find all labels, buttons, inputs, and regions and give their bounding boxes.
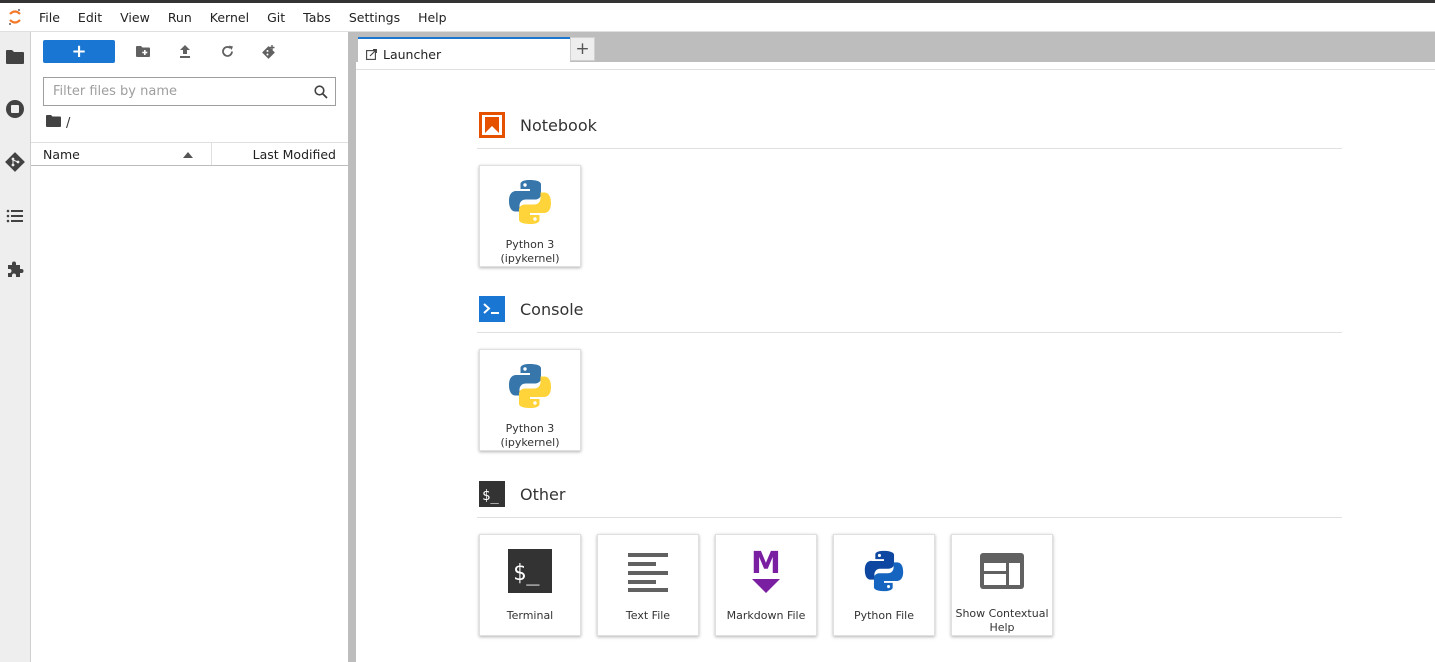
contextual-help-card[interactable]: Show Contextual Help <box>951 534 1053 636</box>
menu-settings[interactable]: Settings <box>340 3 409 32</box>
menu-edit[interactable]: Edit <box>69 3 111 32</box>
breadcrumb: / <box>46 115 70 131</box>
file-list-header: Name Last Modified <box>31 142 348 166</box>
svg-text:M: M <box>751 547 781 581</box>
notebook-section-divider <box>477 148 1342 149</box>
console-section-divider <box>477 332 1342 333</box>
other-section-header: $_ Other <box>479 481 565 507</box>
contextual-help-label-line1: Show Contextual <box>955 607 1049 620</box>
contextual-help-label: Show Contextual Help <box>952 607 1051 635</box>
tab-launcher-label: Launcher <box>383 46 442 62</box>
python-file-icon <box>858 545 910 597</box>
extension-puzzle-icon[interactable] <box>4 258 26 280</box>
notebook-icon <box>479 112 505 138</box>
menu-run[interactable]: Run <box>159 3 201 32</box>
markdown-file-label: Markdown File <box>726 609 806 622</box>
menu-view[interactable]: View <box>111 3 159 32</box>
notebook-section-title: Notebook <box>520 115 597 135</box>
console-icon <box>479 296 505 322</box>
tab-bar-underline <box>356 69 1435 70</box>
left-activity-bar <box>0 32 31 662</box>
python-logo-icon <box>504 176 556 228</box>
python-logo-icon <box>504 360 556 412</box>
tab-launcher[interactable]: Launcher <box>358 37 570 69</box>
console-python3-label-line1: Python 3 <box>505 422 555 435</box>
notebook-python3-label-line1: Python 3 <box>505 238 555 251</box>
other-terminal-icon: $_ <box>479 481 505 507</box>
new-folder-icon[interactable] <box>129 40 157 63</box>
console-python3-label: Python 3 (ipykernel) <box>497 422 562 450</box>
menu-file[interactable]: File <box>30 3 69 32</box>
menu-git[interactable]: Git <box>258 3 294 32</box>
last-modified-column-header[interactable]: Last Modified <box>212 143 348 165</box>
file-browser-panel: + / Name Last Modified <box>31 32 348 662</box>
git-clone-icon[interactable] <box>255 40 283 63</box>
last-modified-column-label: Last Modified <box>252 146 336 162</box>
terminal-icon: $_ <box>504 545 556 597</box>
other-section-divider <box>477 517 1342 518</box>
terminal-card[interactable]: $_ Terminal <box>479 534 581 636</box>
svg-text:$_: $_ <box>513 561 540 586</box>
name-column-header[interactable]: Name <box>31 143 212 165</box>
menu-kernel[interactable]: Kernel <box>201 3 258 32</box>
breadcrumb-root[interactable]: / <box>66 116 70 131</box>
notebook-python3-label: Python 3 (ipykernel) <box>497 238 562 266</box>
contextual-help-label-line2: Help <box>989 621 1015 634</box>
launcher-tab-icon <box>366 48 377 60</box>
text-file-icon <box>622 545 674 597</box>
contextual-help-icon <box>976 545 1028 597</box>
name-column-label: Name <box>43 146 80 162</box>
breadcrumb-home-folder-icon[interactable] <box>46 115 61 131</box>
main-dock-area: Launcher + Notebook Python 3 (ipykernel) <box>356 32 1435 662</box>
add-tab-button[interactable]: + <box>570 37 595 61</box>
tab-bar: Launcher + <box>356 32 1435 69</box>
text-file-card[interactable]: Text File <box>597 534 699 636</box>
panel-splitter[interactable] <box>348 32 356 662</box>
other-section-title: Other <box>520 484 566 504</box>
git-icon[interactable] <box>4 151 26 173</box>
file-filter-field[interactable] <box>43 77 336 106</box>
python-file-card[interactable]: Python File <box>833 534 935 636</box>
search-icon <box>314 84 328 103</box>
notebook-section-header: Notebook <box>479 112 597 138</box>
menu-tabs[interactable]: Tabs <box>294 3 340 32</box>
upload-icon[interactable] <box>171 40 199 63</box>
console-section-title: Console <box>520 299 584 319</box>
folder-icon[interactable] <box>4 46 26 68</box>
markdown-icon: M <box>740 545 792 597</box>
console-section-header: Console <box>479 296 584 322</box>
markdown-file-card[interactable]: M Markdown File <box>715 534 817 636</box>
menu-help[interactable]: Help <box>409 3 456 32</box>
notebook-python3-label-line2: (ipykernel) <box>500 252 560 265</box>
python-file-label: Python File <box>853 609 915 622</box>
file-browser-toolbar: + <box>43 40 283 63</box>
console-python3-label-line2: (ipykernel) <box>500 436 560 449</box>
console-python3-card[interactable]: Python 3 (ipykernel) <box>479 349 581 451</box>
text-file-label: Text File <box>625 609 671 622</box>
jupyter-logo-icon <box>0 3 30 32</box>
file-filter-input[interactable] <box>53 84 303 99</box>
running-icon[interactable] <box>4 98 26 120</box>
svg-text:$_: $_ <box>482 488 499 504</box>
table-of-contents-icon[interactable] <box>4 205 26 227</box>
refresh-icon[interactable] <box>213 40 241 63</box>
sort-ascending-icon <box>183 152 193 158</box>
menu-bar: File Edit View Run Kernel Git Tabs Setti… <box>0 3 1435 32</box>
new-launcher-button[interactable]: + <box>43 40 115 63</box>
notebook-python3-card[interactable]: Python 3 (ipykernel) <box>479 165 581 267</box>
terminal-label: Terminal <box>506 609 554 622</box>
